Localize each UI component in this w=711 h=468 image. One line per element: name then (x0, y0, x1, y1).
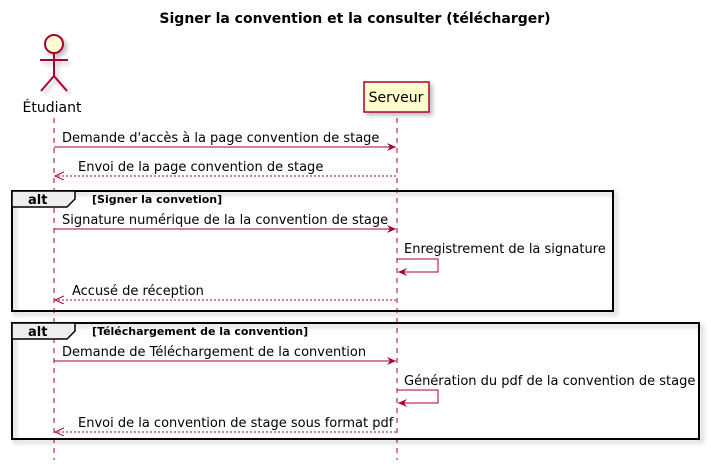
alt-frame-download-keyword: alt (28, 325, 47, 340)
diagram-title: Signer la convention et la consulter (té… (159, 11, 550, 27)
alt-frame-sign-keyword: alt (28, 193, 47, 208)
msg-download-request-label: Demande de Téléchargement de la conventi… (62, 345, 366, 360)
msg-request-page-label: Demande d'accès à la page convention de … (62, 131, 379, 146)
msg-save-signature-label: Enregistrement de la signature (404, 242, 606, 257)
student-actor-label: Étudiant (23, 99, 82, 116)
msg-send-pdf-label: Envoi de la convention de stage sous for… (78, 416, 394, 431)
msg-generate-pdf-label: Génération du pdf de la convention de st… (404, 374, 695, 389)
sequence-diagram: Signer la convention et la consulter (té… (11, 11, 700, 460)
alt-frame-sign-guard: [Signer la convetion] (92, 193, 222, 206)
msg-receipt-label: Accusé de réception (72, 284, 204, 299)
student-actor-icon (40, 34, 68, 92)
alt-frame-download-guard: [Téléchargement de la convention] (92, 325, 308, 338)
server-participant-label: Serveur (369, 90, 424, 106)
msg-send-page-label: Envoi de la page convention de stage (78, 160, 323, 175)
msg-signature-label: Signature numérique de la la convention … (62, 213, 388, 228)
msg-generate-pdf-arrow (397, 389, 439, 407)
msg-save-signature-arrow (397, 258, 439, 276)
